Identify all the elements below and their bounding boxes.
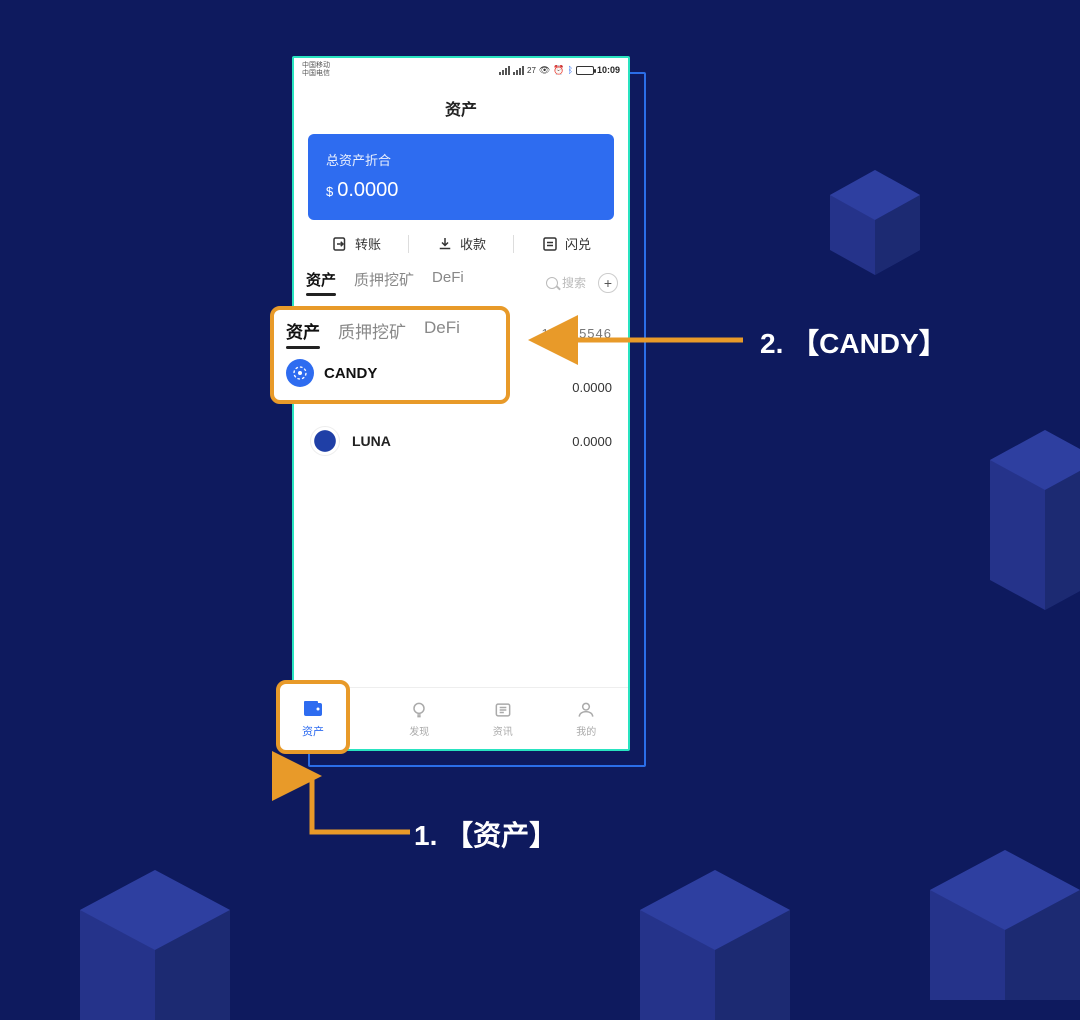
- signal-icon: [499, 66, 510, 75]
- asset-balance: 0.0000: [572, 380, 612, 395]
- tab-assets[interactable]: 资产: [306, 269, 336, 296]
- bluetooth-icon: ᛒ: [568, 65, 573, 75]
- nav-mine[interactable]: 我的: [545, 688, 629, 749]
- nav-label: 资讯: [493, 723, 513, 738]
- decor-cube: [80, 870, 230, 1020]
- decor-cube: [930, 850, 1080, 1000]
- currency-symbol: $: [326, 184, 333, 199]
- swap-label: 闪兑: [565, 234, 591, 253]
- nav-label: 资产: [326, 723, 346, 738]
- swap-icon: [541, 235, 559, 253]
- annotation-label-2: 2. 【CANDY】: [760, 322, 947, 362]
- bottom-nav: 资产 发现 资讯 我的: [294, 687, 628, 749]
- search-icon: [546, 277, 558, 289]
- asset-row-luna[interactable]: LUNA 0.0000: [294, 414, 628, 468]
- user-icon: [575, 700, 597, 720]
- eye-icon: 👁: [539, 65, 550, 76]
- asset-balance: 0.0000: [572, 434, 612, 449]
- asset-row-candy[interactable]: CANDY: [286, 359, 494, 387]
- search-placeholder: 搜索: [562, 274, 586, 291]
- download-icon: [436, 235, 454, 253]
- bulb-icon: [408, 700, 430, 720]
- tab-staking[interactable]: 质押挖矿: [338, 318, 406, 349]
- balance-amount: $0.0000: [326, 179, 596, 202]
- tab-defi[interactable]: DeFi: [424, 318, 460, 349]
- tabs-row: 资产 质押挖矿 DeFi 搜索 +: [304, 263, 618, 302]
- balance-label: 总资产折合: [326, 150, 596, 169]
- nav-assets[interactable]: 资产: [294, 688, 378, 749]
- alarm-icon: ⏰: [553, 65, 564, 76]
- transfer-button[interactable]: 转账: [304, 234, 408, 253]
- transfer-label: 转账: [355, 234, 381, 253]
- asset-symbol: CANDY: [324, 365, 377, 382]
- receive-button[interactable]: 收款: [409, 234, 513, 253]
- battery-text: 27: [527, 66, 536, 75]
- search-field[interactable]: 搜索: [546, 274, 586, 291]
- swap-button[interactable]: 闪兑: [514, 234, 618, 253]
- battery-icon: [576, 66, 594, 75]
- nav-label: 发现: [409, 723, 429, 738]
- nav-label: 我的: [576, 723, 596, 738]
- transfer-icon: [331, 235, 349, 253]
- carrier-label: 中国电信: [302, 70, 330, 78]
- carrier-label: 中国移动: [302, 62, 330, 70]
- status-bar: 中国移动 中国电信 27 👁 ⏰ ᛒ 10:09: [294, 58, 628, 80]
- annotation-arrow: [518, 328, 748, 352]
- tab-assets[interactable]: 资产: [286, 318, 320, 349]
- clock-text: 10:09: [597, 65, 620, 75]
- annotation-arrow: [300, 758, 420, 848]
- signal-icon: [513, 66, 524, 75]
- balance-value: 0.0000: [337, 179, 398, 201]
- balance-card: 总资产折合 $0.0000: [308, 134, 614, 220]
- add-token-button[interactable]: +: [598, 273, 618, 293]
- tab-staking[interactable]: 质押挖矿: [354, 269, 414, 296]
- asset-symbol: LUNA: [352, 433, 572, 449]
- page-title: 资产: [294, 80, 628, 134]
- action-row: 转账 收款 闪兑: [304, 234, 618, 253]
- candy-icon: [286, 359, 314, 387]
- receive-label: 收款: [460, 234, 486, 253]
- luna-icon: [310, 426, 340, 456]
- nav-news[interactable]: 资讯: [461, 688, 545, 749]
- tab-defi[interactable]: DeFi: [432, 269, 464, 296]
- news-icon: [492, 700, 514, 720]
- wallet-icon: [325, 700, 347, 720]
- decor-cube: [640, 870, 790, 1020]
- nav-discover[interactable]: 发现: [378, 688, 462, 749]
- decor-cube: [990, 430, 1080, 610]
- annotation-label-1: 1. 【资产】: [414, 814, 557, 854]
- decor-cube: [830, 170, 920, 280]
- annotation-highlight-candy: 资产 质押挖矿 DeFi CANDY: [270, 306, 510, 404]
